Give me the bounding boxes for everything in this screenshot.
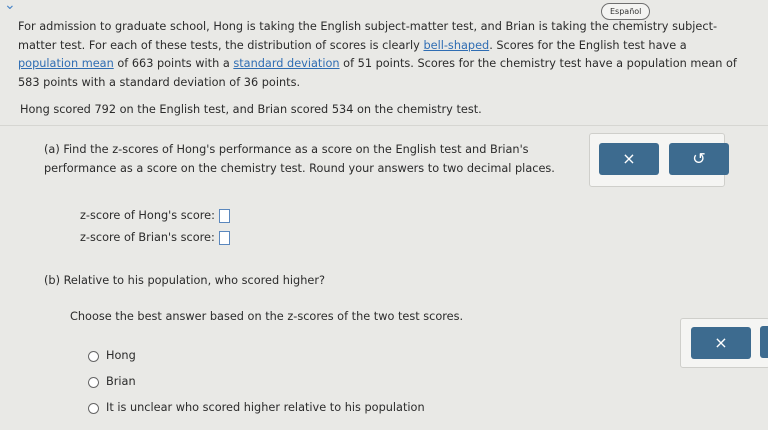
bell-shaped-link[interactable]: bell-shaped	[423, 39, 489, 52]
brian-zscore-input[interactable]	[218, 231, 230, 245]
clear-icon[interactable]: ×	[599, 143, 659, 175]
intro-text-3: of 663 points with a	[113, 57, 234, 70]
part-a-text: Find the z-scores of Hong's performance …	[44, 143, 555, 175]
radio-button[interactable]	[88, 376, 99, 388]
divider	[0, 125, 768, 126]
standard-deviation-link[interactable]: standard deviation	[233, 57, 339, 70]
collapse-chevron-icon[interactable]: ⌄	[4, 0, 22, 12]
option-label: It is unclear who scored higher relative…	[106, 401, 425, 414]
edge-button[interactable]	[760, 326, 768, 358]
option-label: Brian	[106, 375, 136, 388]
hong-zscore-input[interactable]	[218, 209, 230, 223]
part-a-label: (a)	[44, 143, 60, 156]
part-a-question: (a) Find the z-scores of Hong's performa…	[44, 140, 566, 178]
intro-text-2: . Scores for the English test have a	[489, 38, 687, 52]
radio-button[interactable]	[88, 402, 99, 414]
part-b-tool-panel: ×	[680, 318, 768, 368]
population-mean-link[interactable]: population mean	[18, 57, 114, 70]
hong-zscore-row: z-score of Hong's score:	[80, 208, 230, 224]
option-unclear[interactable]: It is unclear who scored higher relative…	[88, 400, 425, 416]
undo-icon[interactable]: ↺	[669, 143, 729, 175]
problem-intro: For admission to graduate school, Hong i…	[18, 18, 746, 92]
part-a-tool-panel: × ↺	[589, 133, 729, 187]
option-brian[interactable]: Brian	[88, 374, 136, 390]
brian-zscore-label: z-score of Brian's score:	[80, 231, 215, 244]
part-b-instruction: Choose the best answer based on the z-sc…	[70, 310, 464, 323]
part-b-text: Relative to his population, who scored h…	[63, 274, 325, 287]
hong-zscore-label: z-score of Hong's score:	[80, 209, 215, 222]
clear-icon[interactable]: ×	[691, 327, 751, 359]
option-hong[interactable]: Hong	[88, 348, 136, 364]
brian-zscore-row: z-score of Brian's score:	[80, 230, 230, 246]
part-b-label: (b)	[44, 274, 60, 287]
radio-button[interactable]	[88, 350, 99, 362]
option-label: Hong	[106, 349, 136, 362]
part-b-question: (b) Relative to his population, who scor…	[44, 273, 325, 289]
scores-statement: Hong scored 792 on the English test, and…	[20, 103, 482, 116]
